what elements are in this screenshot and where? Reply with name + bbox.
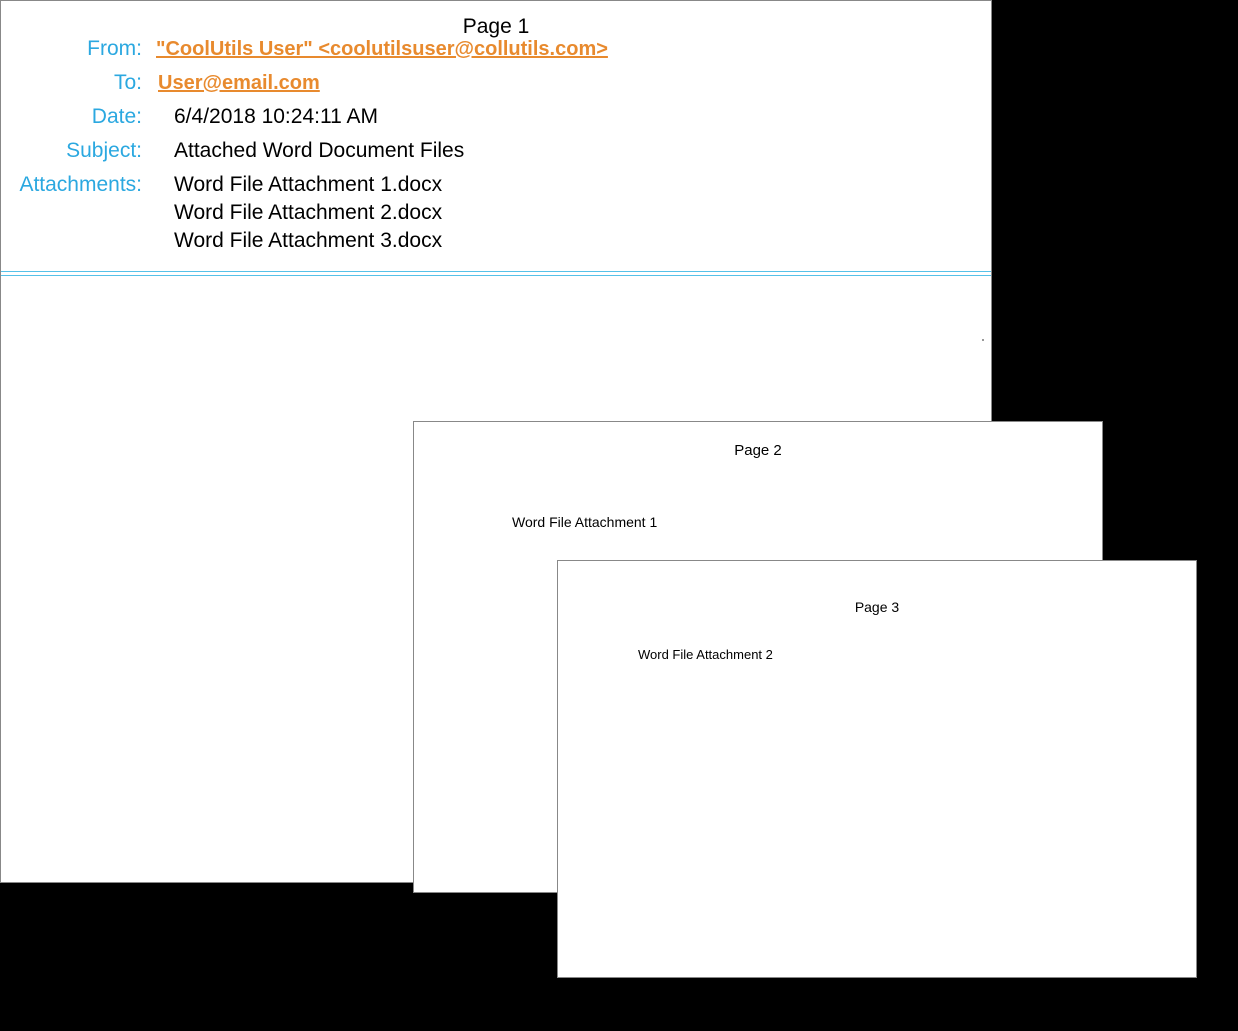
page-3-content: Word File Attachment 2 <box>558 615 1196 662</box>
decorative-dot <box>982 339 984 341</box>
attachment-1: Word File Attachment 1.docx <box>156 173 442 197</box>
to-row: To: User@email.com <box>1 71 976 95</box>
to-value[interactable]: User@email.com <box>156 72 320 95</box>
attachment-2: Word File Attachment 2.docx <box>156 201 976 225</box>
from-row: From: "CoolUtils User" <coolutilsuser@co… <box>1 37 976 61</box>
date-value: 6/4/2018 10:24:11 AM <box>156 105 378 129</box>
page-3: Page 3 Word File Attachment 2 <box>557 560 1197 978</box>
page-3-label: Page 3 <box>558 561 1196 615</box>
to-label: To: <box>1 71 156 95</box>
page-2-label: Page 2 <box>414 422 1102 459</box>
page-2-content: Word File Attachment 1 <box>414 459 1102 530</box>
subject-label: Subject: <box>1 139 156 163</box>
email-header: From: "CoolUtils User" <coolutilsuser@co… <box>1 37 991 253</box>
subject-row: Subject: Attached Word Document Files <box>1 139 976 163</box>
divider-line <box>1 271 991 276</box>
attachment-3: Word File Attachment 3.docx <box>156 229 976 253</box>
attachments-label: Attachments: <box>1 173 156 197</box>
date-label: Date: <box>1 105 156 129</box>
from-value[interactable]: "CoolUtils User" <coolutilsuser@collutil… <box>156 38 608 61</box>
subject-value: Attached Word Document Files <box>156 139 464 163</box>
date-row: Date: 6/4/2018 10:24:11 AM <box>1 105 976 129</box>
attachments-row: Attachments: Word File Attachment 1.docx <box>1 173 976 197</box>
from-label: From: <box>1 37 156 61</box>
page-1-label: Page 1 <box>1 1 991 39</box>
